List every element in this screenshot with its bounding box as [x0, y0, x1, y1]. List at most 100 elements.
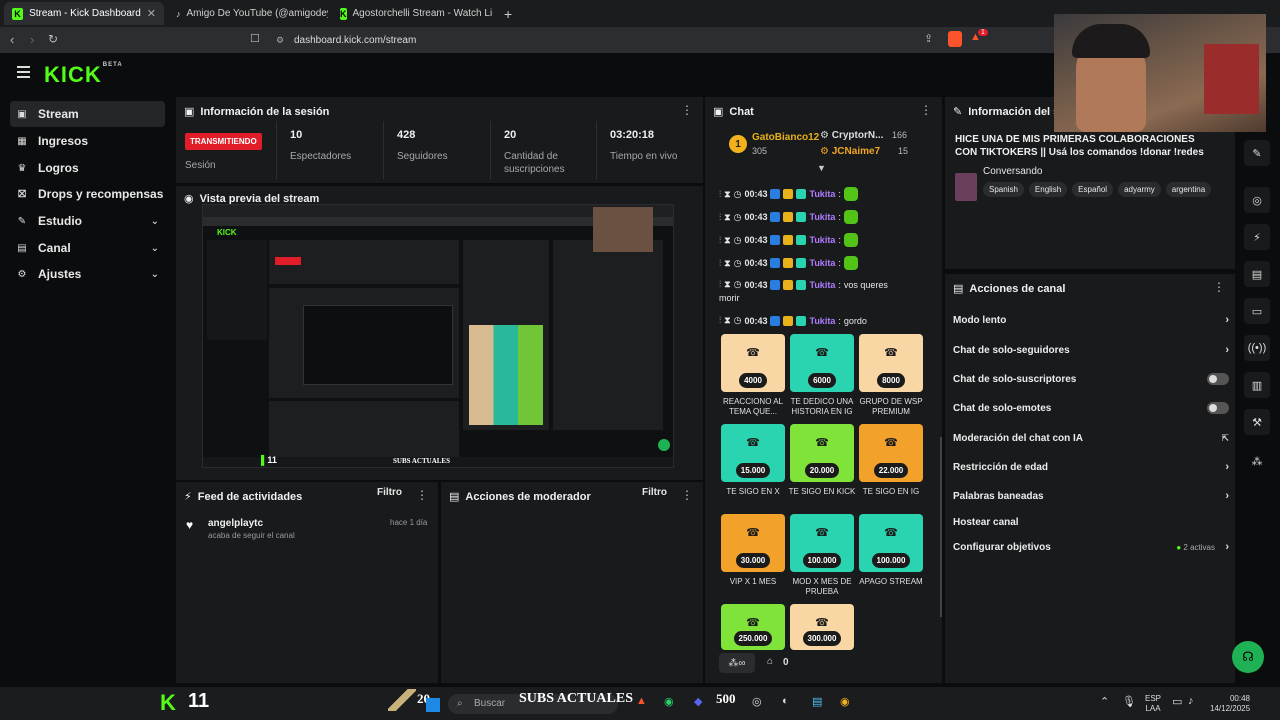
goal-card[interactable]: ☎ 100.000	[859, 514, 923, 572]
close-tab-icon[interactable]: ✕	[147, 7, 156, 20]
more-options-icon[interactable]: ⋮	[416, 488, 428, 502]
action-emotes-only[interactable]: Chat de solo-emotes	[953, 398, 1229, 418]
mic-icon[interactable]: 🎙︎	[1122, 695, 1136, 708]
sidebar-item-canal[interactable]: ▤ Canal ⌄	[10, 235, 165, 261]
goal-card[interactable]: ☎ 30.000	[721, 514, 785, 572]
tag[interactable]: argentina	[1165, 182, 1212, 197]
discord-icon[interactable]: ◆	[694, 695, 702, 708]
forward-icon[interactable]: ›	[30, 32, 34, 47]
action-slow-mode[interactable]: Modo lento ›	[953, 310, 1229, 330]
goal-card[interactable]: ☎ 15.000	[721, 424, 785, 482]
brave-taskbar-icon[interactable]: ▲	[636, 695, 647, 707]
more-options-icon[interactable]: ⋮	[681, 103, 693, 117]
category-name[interactable]: Conversando	[983, 166, 1042, 177]
brave-shield-icon[interactable]	[948, 31, 962, 47]
sidebar-item-drops[interactable]: ⛝ Drops y recompensas	[10, 181, 165, 207]
app2-icon[interactable]: ◉	[840, 695, 850, 708]
tag[interactable]: Spanish	[983, 182, 1024, 197]
pin-icon[interactable]: ⫶	[719, 189, 721, 200]
sidebar-item-logros[interactable]: ♛ Logros	[10, 155, 165, 181]
message-user[interactable]: Tukita	[809, 280, 835, 290]
goal-card[interactable]: ☎ 250.000	[721, 604, 785, 650]
goal-card[interactable]: ☎ 300.000	[790, 604, 854, 650]
new-tab-button[interactable]: +	[496, 2, 516, 25]
action-ai-moderation[interactable]: Moderación del chat con IA ⇱	[953, 428, 1229, 448]
document-icon[interactable]: ▤	[1244, 261, 1270, 287]
message-user[interactable]: Tukita	[809, 189, 835, 199]
sidebar-item-ingresos[interactable]: ▦ Ingresos	[10, 128, 165, 154]
camera-icon[interactable]: ◎	[1244, 187, 1270, 213]
more-options-icon[interactable]: ⋮	[681, 488, 693, 502]
tag[interactable]: Español	[1072, 182, 1114, 197]
wrench-icon[interactable]: ⚒	[1244, 409, 1270, 435]
back-icon[interactable]: ‹	[10, 32, 14, 47]
bolt-icon[interactable]: ⚡	[1244, 224, 1270, 250]
goal-card[interactable]: ☎ 100.000	[790, 514, 854, 572]
stream-preview-video[interactable]: KICK ▌11 SUBS ACTUALES	[202, 204, 674, 468]
reload-icon[interactable]: ↻	[48, 32, 58, 46]
volume-icon[interactable]: ♪	[1188, 695, 1194, 707]
tray-expand-icon[interactable]: ⌃	[1100, 695, 1109, 708]
notepad-icon[interactable]: ▤	[812, 695, 822, 708]
more-options-icon[interactable]: ⋮	[920, 103, 932, 117]
bookmark-icon[interactable]: ☐	[250, 32, 260, 45]
action-host-channel[interactable]: Hostear canal	[953, 512, 1229, 532]
site-info-icon[interactable]: ⚙	[276, 35, 284, 46]
tag[interactable]: adyarmy	[1118, 182, 1161, 197]
share-nodes-icon[interactable]: ⁂	[1244, 448, 1270, 474]
action-age-restriction[interactable]: Restricción de edad ›	[953, 457, 1229, 477]
tag[interactable]: English	[1028, 182, 1068, 197]
chat-scrollbar[interactable]	[940, 437, 942, 617]
collapse-icon[interactable]: ▼	[817, 163, 826, 173]
url-field[interactable]: ⚙ dashboard.kick.com/stream	[268, 31, 988, 49]
action-configure-goals[interactable]: Configurar objetivos ● 2 activas ›	[953, 537, 1229, 557]
sidebar-item-estudio[interactable]: ✎ Estudio ⌄	[10, 208, 165, 234]
share-icon[interactable]: ⇪	[924, 32, 933, 45]
clock[interactable]: 00:48 14/12/2025	[1210, 694, 1250, 714]
category-thumbnail[interactable]	[955, 173, 977, 201]
edit-icon[interactable]: ✎	[1244, 140, 1270, 166]
store-icon[interactable]: ⌂	[767, 656, 773, 667]
toggle-switch[interactable]	[1207, 373, 1229, 385]
goal-card[interactable]: ☎ 6000	[790, 334, 854, 392]
help-headset-button[interactable]: ☊	[1232, 641, 1264, 673]
goal-card[interactable]: ☎ 22.000	[859, 424, 923, 482]
sidebar-item-ajustes[interactable]: ⚙ Ajustes ⌄	[10, 261, 165, 287]
loop-button[interactable]: ⁂∞	[719, 653, 755, 673]
message-user[interactable]: Tukita	[809, 212, 835, 222]
filter-button[interactable]: Filtro	[642, 487, 667, 498]
message-user[interactable]: Tukita	[809, 258, 835, 268]
obs-icon[interactable]: ◐	[782, 695, 789, 707]
pin-icon[interactable]: ⫶	[719, 258, 721, 269]
leader-2[interactable]: ⚙ CryptorN...	[820, 130, 883, 141]
sidebar-item-stream[interactable]: ▣ Stream	[10, 101, 165, 127]
windows-start-icon[interactable]	[426, 698, 440, 712]
action-banned-words[interactable]: Palabras baneadas ›	[953, 486, 1229, 506]
layout-icon[interactable]: ▥	[1244, 372, 1270, 398]
action-subscribers-only[interactable]: Chat de solo-suscriptores	[953, 369, 1229, 389]
network-icon[interactable]: ▭	[1172, 695, 1182, 708]
activity-user[interactable]: angelplaytc	[208, 518, 263, 529]
goal-card[interactable]: ☎ 4000	[721, 334, 785, 392]
tab-youtube[interactable]: ♪ Amigo De YouTube (@amigodeyout	[168, 2, 328, 25]
action-followers-only[interactable]: Chat de solo-seguidores ›	[953, 340, 1229, 360]
pin-icon[interactable]: ⫶	[719, 279, 721, 290]
more-options-icon[interactable]: ⋮	[1213, 280, 1225, 294]
goal-card[interactable]: ☎ 20.000	[790, 424, 854, 482]
toggle-switch[interactable]	[1207, 402, 1229, 414]
leader-3[interactable]: ⚙ JCNaime7	[820, 146, 880, 157]
kick-logo[interactable]: KICKBETA	[44, 62, 123, 88]
pin-icon[interactable]: ⫶	[719, 315, 721, 326]
broadcast-icon[interactable]: ((•))	[1244, 335, 1270, 361]
leader-user[interactable]: GatoBianco12	[752, 132, 819, 143]
message-user[interactable]: Tukita	[809, 235, 835, 245]
menu-icon[interactable]	[17, 66, 30, 78]
message-user[interactable]: Tukita	[809, 316, 835, 326]
chat-bubble-icon[interactable]: ▭	[1244, 298, 1270, 324]
app-icon[interactable]: ◎	[752, 695, 762, 708]
pin-icon[interactable]: ⫶	[719, 235, 721, 246]
filter-button[interactable]: Filtro	[377, 487, 402, 498]
goal-card[interactable]: ☎ 8000	[859, 334, 923, 392]
whatsapp-icon[interactable]: ◉	[664, 695, 674, 708]
language-indicator[interactable]: ESP LAA	[1145, 694, 1161, 714]
